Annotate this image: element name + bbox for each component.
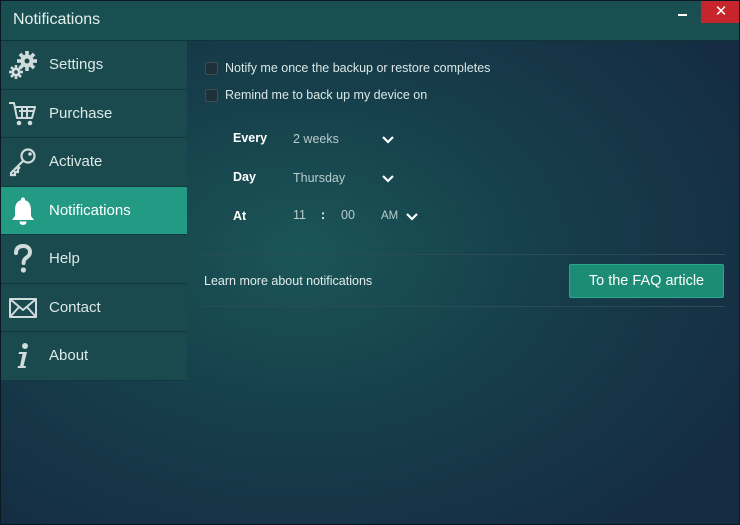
ampm-select-value: AM <box>381 210 399 222</box>
sidebar-item-contact[interactable]: Contact <box>1 283 187 332</box>
hour-input[interactable]: 11 <box>293 208 306 222</box>
close-button[interactable]: ✕ <box>701 1 739 23</box>
day-select[interactable]: Thursday <box>293 168 397 188</box>
every-select-value: 2 weeks <box>293 132 339 146</box>
sidebar-item-purchase[interactable]: Purchase <box>1 89 187 138</box>
day-select-value: Thursday <box>293 171 346 185</box>
chevron-down-icon <box>406 213 418 221</box>
remind-backup-checkbox[interactable] <box>205 89 218 102</box>
sidebar-item-help[interactable]: Help <box>1 235 187 284</box>
gears-icon <box>9 51 37 79</box>
notify-complete-checkbox[interactable] <box>205 62 218 75</box>
sidebar-item-label: Contact <box>49 298 101 316</box>
minute-input[interactable]: 00 <box>341 208 355 222</box>
chevron-down-icon <box>382 175 394 183</box>
notify-complete-label: Notify me once the backup or restore com… <box>225 61 491 75</box>
key-icon <box>9 148 36 177</box>
chevron-down-icon <box>382 136 394 144</box>
divider-bottom <box>201 306 725 307</box>
sidebar-item-label: Activate <box>49 153 103 170</box>
notifications-panel: Notify me once the backup or restore com… <box>187 41 739 524</box>
sidebar-item-label: Purchase <box>49 104 113 122</box>
window-title: Notifications <box>13 11 101 28</box>
question-icon <box>14 244 33 273</box>
sidebar-item-about[interactable]: About <box>1 332 187 381</box>
sidebar-item-label: Help <box>49 250 80 267</box>
bell-icon <box>12 197 34 225</box>
envelope-icon <box>9 297 37 318</box>
every-select[interactable]: 2 weeks <box>293 129 397 149</box>
info-icon <box>17 343 28 368</box>
sidebar-item-notifications[interactable]: Notifications <box>1 186 187 235</box>
at-label: At <box>233 209 247 223</box>
sidebar-item-settings[interactable]: Settings <box>1 41 187 90</box>
ampm-select[interactable]: AM <box>381 207 421 227</box>
learn-more-link[interactable]: Learn more about notifications <box>204 274 372 288</box>
cart-icon <box>9 101 36 125</box>
app-window: Notifications ✕ Settings Purchase Activa… <box>0 0 740 525</box>
time-separator: : <box>321 208 326 222</box>
sidebar-item-label: Notifications <box>49 201 131 219</box>
sidebar-item-label: Settings <box>49 56 104 73</box>
minimize-button[interactable] <box>667 1 699 23</box>
sidebar-item-label: About <box>49 347 89 364</box>
title-bar: Notifications ✕ <box>1 1 739 41</box>
remind-backup-label: Remind me to back up my device on <box>225 88 428 102</box>
sidebar: Settings Purchase Activate Notifications… <box>1 41 187 381</box>
divider-top <box>201 254 725 255</box>
every-label: Every <box>233 131 268 145</box>
day-label: Day <box>233 170 256 184</box>
sidebar-item-activate[interactable]: Activate <box>1 138 187 187</box>
faq-article-button[interactable]: To the FAQ article <box>569 264 724 298</box>
